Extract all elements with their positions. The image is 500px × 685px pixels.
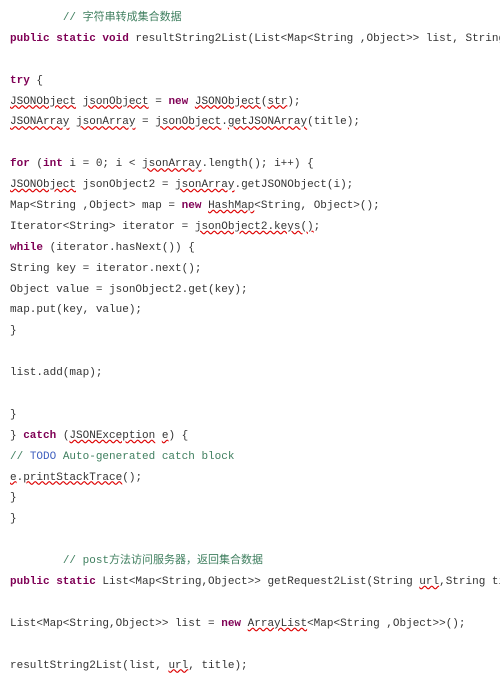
kw: public static void — [10, 33, 129, 45]
code-block: // 字符串转成集合数据 public static void resultSt… — [10, 8, 490, 677]
arg: url — [168, 660, 188, 672]
code: (); — [122, 472, 142, 484]
code: } — [10, 430, 23, 442]
code: ,String title){ — [439, 576, 500, 588]
kw: new — [221, 618, 241, 630]
kw: try — [10, 75, 30, 87]
code: <Map<String ,Object>>(); — [307, 618, 465, 630]
code: . — [221, 116, 228, 128]
var: jsonArray — [175, 179, 234, 191]
code: (iterator.hasNext()) { — [43, 242, 195, 254]
comment: // post方法访问服务器，返回集合数据 — [63, 555, 263, 567]
code: ( — [30, 158, 43, 170]
type: JSONException — [69, 430, 155, 442]
comment: // — [10, 451, 30, 463]
comment: Auto-generated catch block — [56, 451, 234, 463]
call: jsonObject2.keys() — [195, 221, 314, 233]
code: List<Map<String,Object>> getRequest2List… — [96, 576, 419, 588]
type: JSONArray — [10, 116, 69, 128]
code: i = 0; i < — [63, 158, 142, 170]
code: resultString2List(list, — [10, 660, 168, 672]
code: ) { — [168, 430, 188, 442]
kw: catch — [23, 430, 56, 442]
kw: new — [168, 96, 188, 108]
var: jsonObject — [155, 116, 221, 128]
method: getJSONArray — [228, 116, 307, 128]
param: url — [419, 576, 439, 588]
var: e — [10, 472, 17, 484]
todo: TODO — [30, 451, 56, 463]
code: ); — [287, 96, 300, 108]
kw: public static — [10, 576, 96, 588]
code: List<Map<String,Object>> list = — [10, 618, 221, 630]
type: JSONObject — [10, 96, 76, 108]
code: } — [10, 492, 17, 504]
code: list.add(map); — [10, 367, 102, 379]
code: (title); — [307, 116, 360, 128]
code: = — [149, 96, 169, 108]
code: ; — [314, 221, 321, 233]
code: } — [10, 325, 17, 337]
code: .getJSONObject(i); — [234, 179, 353, 191]
kw: for — [10, 158, 30, 170]
code: Map<String ,Object> map = — [10, 200, 182, 212]
code: ( — [261, 96, 268, 108]
type: HashMap — [208, 200, 254, 212]
code: map.put(key, value); — [10, 304, 142, 316]
comment: // 字符串转成集合数据 — [63, 12, 182, 24]
code: jsonObject2 = — [76, 179, 175, 191]
code: = — [135, 116, 155, 128]
code: { — [30, 75, 43, 87]
code: <String, Object>(); — [254, 200, 379, 212]
code: .length(); i++) { — [201, 158, 313, 170]
code: } — [10, 513, 17, 525]
code: resultString2List(List<Map<String ,Objec… — [129, 33, 500, 45]
kw: new — [182, 200, 202, 212]
code: ( — [56, 430, 69, 442]
type: JSONObject — [10, 179, 76, 191]
code: Iterator<String> iterator = — [10, 221, 195, 233]
var: jsonArray — [76, 116, 135, 128]
type: JSONObject — [195, 96, 261, 108]
type: ArrayList — [248, 618, 307, 630]
code: } — [10, 409, 17, 421]
code: String key = iterator.next(); — [10, 263, 201, 275]
var: jsonObject — [83, 96, 149, 108]
arg: str — [268, 96, 288, 108]
code: Object value = jsonObject2.get(key); — [10, 284, 248, 296]
method: printStackTrace — [23, 472, 122, 484]
code: , title); — [188, 660, 247, 672]
kw: int — [43, 158, 63, 170]
kw: while — [10, 242, 43, 254]
var: jsonArray — [142, 158, 201, 170]
